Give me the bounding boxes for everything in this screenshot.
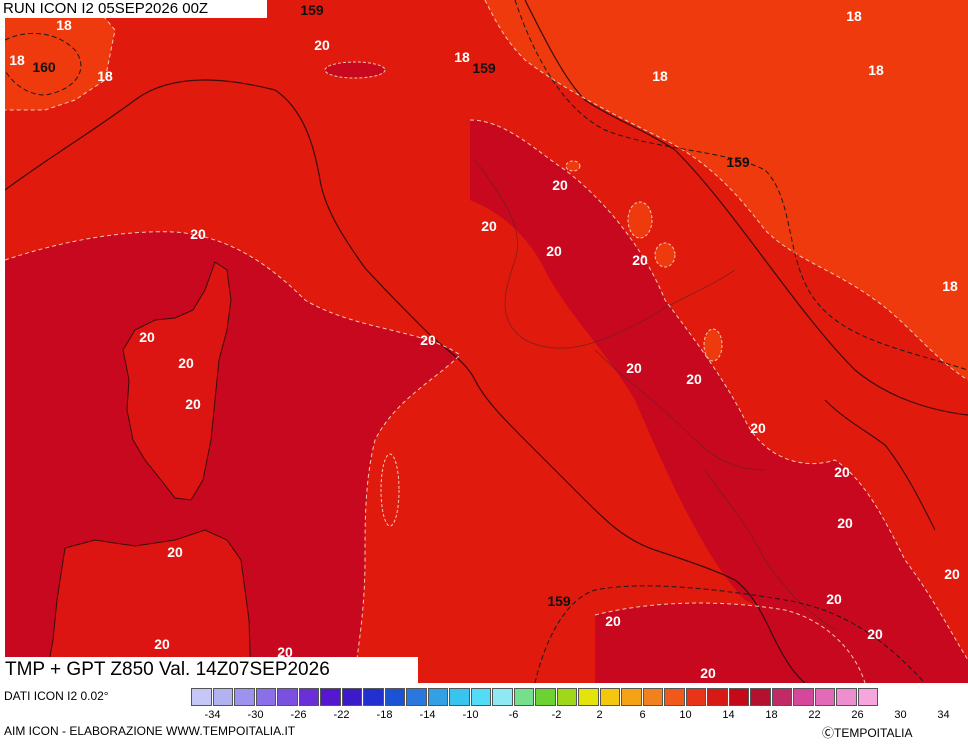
color-swatch: [384, 688, 405, 706]
color-scale-tick: 34: [937, 709, 950, 721]
geopotential-label: 159: [547, 593, 571, 609]
color-swatch: [728, 688, 749, 706]
footer-credit: AIM ICON - ELABORAZIONE WWW.TEMPOITALIA.…: [4, 724, 296, 738]
color-swatch: [492, 688, 513, 706]
isotherm-label: 20: [867, 626, 883, 642]
isotherm-label: 20: [837, 515, 853, 531]
color-scale-tick: -2: [551, 709, 562, 721]
color-swatch: [750, 688, 771, 706]
isotherm-label: 18: [868, 62, 884, 78]
color-scale-tick: 30: [894, 709, 907, 721]
color-scale: [191, 688, 879, 708]
isotherm-label: 20: [167, 544, 183, 560]
color-scale-tick: 10: [679, 709, 692, 721]
isotherm-label: 20: [750, 420, 766, 436]
isotherm-label: 20: [420, 332, 436, 348]
color-swatch: [771, 688, 792, 706]
color-scale-tick: -22: [333, 709, 350, 721]
color-swatch: [449, 688, 470, 706]
isotherm-patch: [627, 201, 653, 239]
isotherm-patch: [565, 160, 581, 172]
isotherm-patch: [380, 453, 400, 527]
isotherm-label: 20: [314, 37, 330, 53]
color-swatch: [406, 688, 427, 706]
color-scale-tick: -18: [376, 709, 393, 721]
color-swatch: [363, 688, 384, 706]
color-scale-tick: 6: [639, 709, 646, 721]
color-swatch: [685, 688, 706, 706]
geopotential-label: 159: [472, 60, 496, 76]
isotherm-label: 20: [626, 360, 642, 376]
color-swatch: [578, 688, 599, 706]
map-title: TMP + GPT Z850 Val. 14Z07SEP2026: [0, 657, 418, 683]
isotherm-label: 20: [826, 591, 842, 607]
isotherm-label: 20: [185, 396, 201, 412]
color-scale-tick: 26: [851, 709, 864, 721]
isotherm-label: 20: [632, 252, 648, 268]
isotherm-patch: [703, 328, 723, 362]
isotherm-label: 18: [9, 52, 25, 68]
isotherm-label: 20: [944, 566, 960, 582]
color-swatch: [320, 688, 341, 706]
isotherm-label: 18: [97, 68, 113, 84]
isotherm-label: 18: [652, 68, 668, 84]
color-scale-ticks: -34 -30 -26 -22 -18 -14 -10 -6 -2 2 6 10 14 18 22 26 30 3…: [191, 709, 968, 725]
color-scale-tick: -30: [247, 709, 264, 721]
color-swatch: [621, 688, 642, 706]
isotherm-label: 20: [139, 329, 155, 345]
color-swatch: [513, 688, 534, 706]
isotherm-patch: [324, 61, 386, 79]
isotherm-label: 18: [942, 278, 958, 294]
color-swatch: [427, 688, 448, 706]
color-swatch: [191, 688, 212, 706]
geopotential-label: 160: [32, 59, 56, 75]
color-swatch: [814, 688, 835, 706]
isotherm-label: 18: [846, 8, 862, 24]
isotherm-patch: [654, 242, 676, 268]
isotherm-label: 20: [605, 613, 621, 629]
data-source-label: DATI ICON I2 0.02°: [4, 689, 109, 703]
color-swatch: [212, 688, 233, 706]
isotherm-label: 20: [552, 177, 568, 193]
color-scale-tick: -26: [290, 709, 307, 721]
color-swatch: [255, 688, 276, 706]
isotherm-label: 20: [481, 218, 497, 234]
isotherm-label: 20: [834, 464, 850, 480]
color-swatch: [836, 688, 857, 706]
geopotential-label: 159: [726, 154, 750, 170]
geopotential-label: 159: [300, 2, 324, 18]
color-swatch: [470, 688, 491, 706]
color-swatch: [556, 688, 577, 706]
isotherm-label: 20: [686, 371, 702, 387]
color-swatch: [599, 688, 620, 706]
isotherm-label: 20: [700, 665, 716, 681]
color-scale-tick: 18: [765, 709, 778, 721]
isotherm-label: 20: [190, 226, 206, 242]
color-scale-tick: 14: [722, 709, 735, 721]
color-swatch: [857, 688, 878, 706]
color-scale-tick: -10: [462, 709, 479, 721]
isotherm-label: 18: [454, 49, 470, 65]
color-swatch: [664, 688, 685, 706]
isotherm-label: 20: [154, 636, 170, 652]
color-swatch: [642, 688, 663, 706]
color-swatch: [793, 688, 814, 706]
color-scale-tick: 2: [596, 709, 603, 721]
color-scale-tick: -34: [204, 709, 221, 721]
color-swatch: [341, 688, 362, 706]
run-label: RUN ICON I2 05SEP2026 00Z: [0, 0, 267, 18]
color-swatch: [277, 688, 298, 706]
color-swatch: [234, 688, 255, 706]
color-scale-tick: -14: [419, 709, 436, 721]
isotherm-label: 20: [546, 243, 562, 259]
color-scale-tick: 22: [808, 709, 821, 721]
footer-copyright: ⒸTEMPOITALIA: [822, 726, 913, 740]
color-scale-tick: -6: [508, 709, 519, 721]
isotherm-label: 18: [56, 17, 72, 33]
color-swatch: [298, 688, 319, 706]
color-swatch: [707, 688, 728, 706]
color-swatch: [535, 688, 556, 706]
isotherm-label: 20: [178, 355, 194, 371]
